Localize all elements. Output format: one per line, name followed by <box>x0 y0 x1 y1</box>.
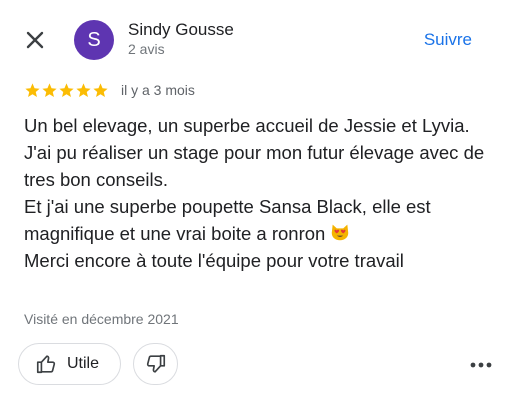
star-icon <box>93 82 108 97</box>
thumbs-down-icon <box>146 354 165 373</box>
thumbs-up-icon <box>36 355 56 374</box>
avatar-initial: S <box>87 28 101 51</box>
review-body: Un bel elevage, un superbe accueil de Je… <box>24 112 494 274</box>
heart-eyes-cat-emoji <box>332 224 349 241</box>
helpful-label: Utile <box>67 355 100 372</box>
more-horizontal-icon <box>470 362 492 368</box>
star-rating <box>24 82 109 99</box>
visit-date: Visité en décembre 2021 <box>24 311 179 327</box>
review-line: J'ai pu réaliser un stage pour mon futur… <box>24 142 485 190</box>
review-line: Merci encore à toute l'équipe pour votre… <box>24 250 404 271</box>
star-icon <box>42 82 57 97</box>
star-icon <box>76 82 91 97</box>
follow-button[interactable]: Suivre <box>424 30 472 50</box>
not-helpful-button[interactable] <box>133 343 178 385</box>
author-name[interactable]: Sindy Gousse <box>128 20 234 40</box>
close-icon <box>26 31 44 49</box>
star-icon <box>25 82 40 97</box>
review-line: Un bel elevage, un superbe accueil de Je… <box>24 115 470 136</box>
helpful-button[interactable]: Utile <box>18 343 121 385</box>
review-line-text: Et j'ai une superbe poupette Sansa Black… <box>24 196 431 244</box>
star-icon <box>59 82 74 97</box>
close-button[interactable] <box>20 25 50 55</box>
review-line: Et j'ai une superbe poupette Sansa Black… <box>24 193 494 247</box>
review-header: S Sindy Gousse 2 avis Suivre <box>0 0 512 80</box>
avatar[interactable]: S <box>74 20 114 60</box>
author-review-count: 2 avis <box>128 41 165 57</box>
more-options-button[interactable] <box>468 352 494 378</box>
rating-row: il y a 3 mois <box>24 80 195 100</box>
review-date: il y a 3 mois <box>121 82 195 98</box>
